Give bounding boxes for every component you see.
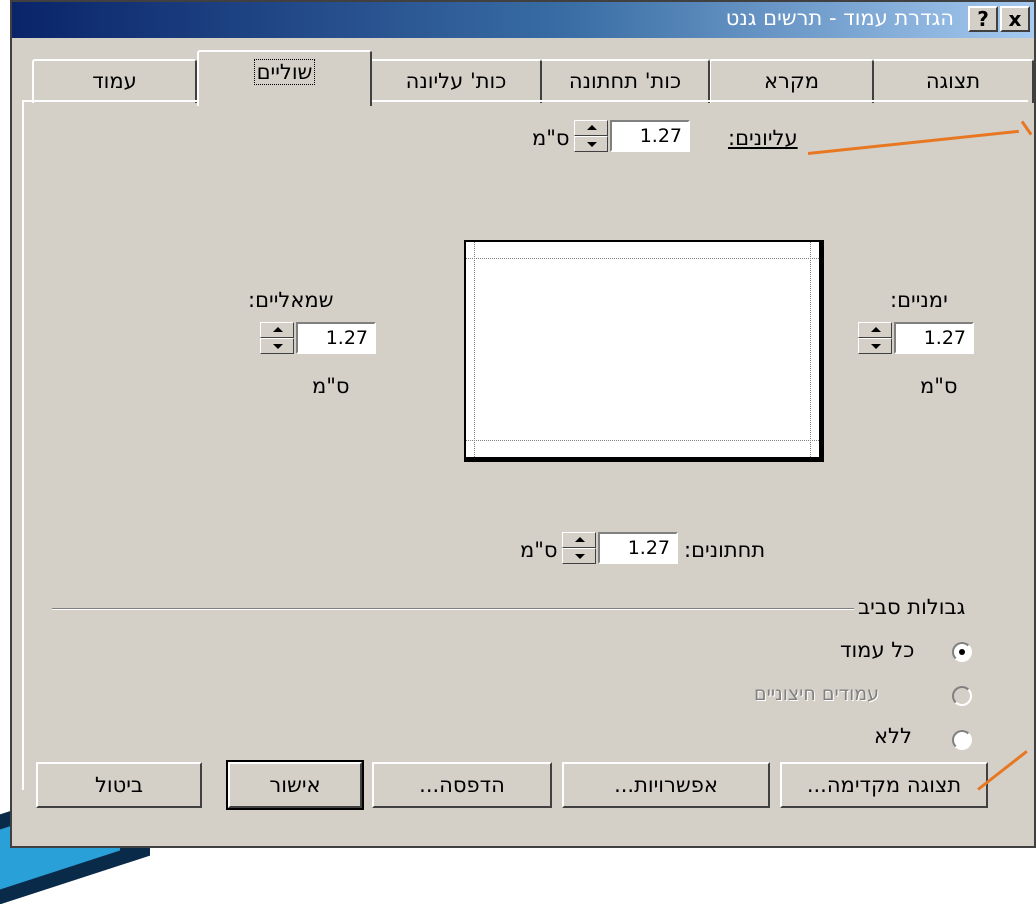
tab-margins[interactable]: שוליים: [197, 50, 372, 106]
tab-footer[interactable]: כות' תחתונה: [540, 59, 710, 103]
close-icon: x: [1008, 7, 1022, 31]
tab-view[interactable]: תצוגה: [872, 59, 1034, 103]
close-button[interactable]: x: [1000, 6, 1030, 32]
help-icon: ?: [977, 7, 989, 31]
window-title: הגדרת עמוד - תרשים גנט: [725, 6, 954, 30]
tab-legend[interactable]: מקרא: [709, 59, 874, 103]
tab-header[interactable]: כות' עליונה: [370, 59, 542, 103]
page-setup-dialog: הגדרת עמוד - תרשים גנט ? x תצוגה מקרא כו…: [10, 0, 1036, 848]
title-bar[interactable]: הגדרת עמוד - תרשים גנט ? x: [12, 2, 1034, 38]
tab-page[interactable]: עמוד: [32, 59, 197, 103]
help-button[interactable]: ?: [968, 6, 998, 32]
margins-panel: [22, 100, 1028, 790]
